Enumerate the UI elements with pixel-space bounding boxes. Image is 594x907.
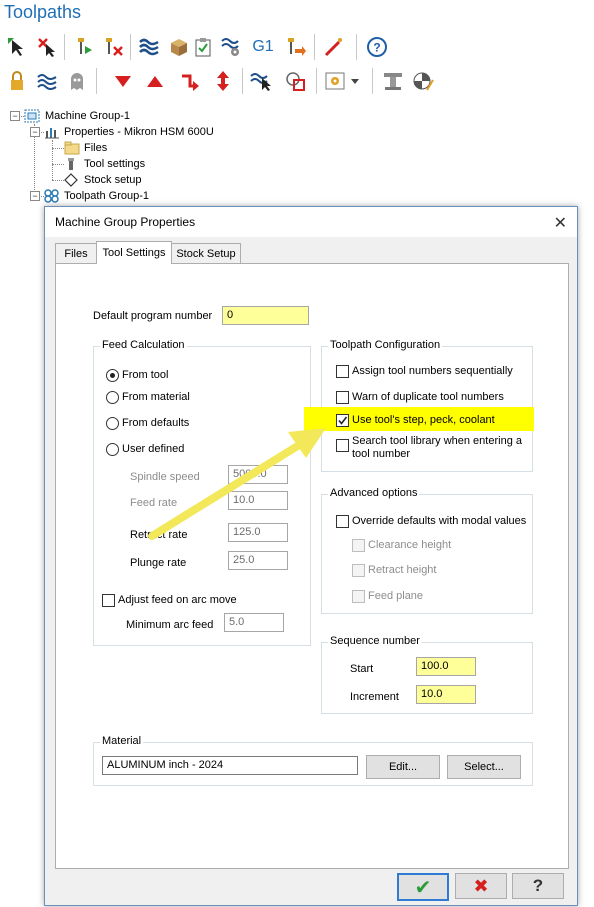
machine-group-expander[interactable]: − xyxy=(10,111,20,121)
scroll-icon[interactable] xyxy=(210,68,236,94)
tool-settings-page: Default program number 0 Feed Calculatio… xyxy=(55,263,569,869)
post-selected-icon[interactable] xyxy=(282,34,308,60)
close-icon[interactable]: ✕ xyxy=(554,213,567,233)
properties-expander[interactable]: − xyxy=(30,127,40,137)
panel-title: Toolpaths xyxy=(4,2,82,22)
g1-post-icon[interactable]: G1 xyxy=(248,34,278,60)
tab-tool-settings[interactable]: Tool Settings xyxy=(96,241,172,264)
tree-machine-group-label: Machine Group-1 xyxy=(45,110,130,122)
toggle-display-icon[interactable] xyxy=(34,68,60,94)
help-icon[interactable]: ? xyxy=(364,34,390,60)
verify-icon[interactable] xyxy=(166,34,192,60)
tab-stock-setup[interactable]: Stock Setup xyxy=(171,243,241,264)
tab-files[interactable]: Files xyxy=(55,243,97,264)
toolpath-group-icon xyxy=(44,189,59,203)
regenerate-selected-icon[interactable] xyxy=(70,34,96,60)
dialog-title-bar: Machine Group Properties ✕ xyxy=(45,207,577,237)
machine-group-icon xyxy=(24,109,40,123)
callout-arrow xyxy=(148,428,326,540)
toolpath-group-expander[interactable]: − xyxy=(30,191,40,201)
move-up-icon[interactable] xyxy=(142,68,168,94)
tree-stock-setup[interactable]: Stock setup xyxy=(64,172,141,188)
settings-icon[interactable] xyxy=(322,68,348,94)
regenerate-dirty-icon[interactable] xyxy=(100,34,126,60)
lock-icon[interactable] xyxy=(4,68,30,94)
backplot-icon[interactable] xyxy=(136,34,162,60)
dialog-title: Machine Group Properties xyxy=(55,215,196,229)
simulate-icon[interactable] xyxy=(190,34,216,60)
properties-icon xyxy=(45,128,59,139)
help-button[interactable]: ? xyxy=(512,873,564,899)
ok-button[interactable]: ✔ xyxy=(397,873,449,901)
tool-settings-icon xyxy=(68,158,74,170)
move-down-icon[interactable] xyxy=(110,68,136,94)
select-toolpath-icon[interactable] xyxy=(4,34,30,60)
tree-files-label: Files xyxy=(84,142,108,154)
tree-properties-label: Properties - Mikron HSM 600U xyxy=(64,126,214,138)
tree-tool-settings-label: Tool settings xyxy=(84,158,146,170)
only-display-icon[interactable] xyxy=(248,68,274,94)
ghost-icon[interactable] xyxy=(64,68,90,94)
tree-stock-setup-label: Stock setup xyxy=(84,174,142,186)
tree-toolpath-group[interactable]: Toolpath Group-1 xyxy=(44,188,149,204)
tool-manager-icon[interactable] xyxy=(380,68,406,94)
stock-setup-icon xyxy=(64,173,78,187)
tree-properties[interactable]: Properties - Mikron HSM 600U xyxy=(44,124,214,140)
display-selected-icon[interactable] xyxy=(282,68,308,94)
cancel-button[interactable]: ✖ xyxy=(455,873,507,899)
highfeed-icon[interactable] xyxy=(320,34,346,60)
insert-arrow-icon[interactable] xyxy=(176,68,202,94)
safety-zone-icon[interactable] xyxy=(410,68,436,94)
svg-text:?: ? xyxy=(373,41,380,55)
tree-toolpath-group-label: Toolpath Group-1 xyxy=(64,190,149,202)
dropdown-icon[interactable] xyxy=(346,68,364,94)
tree-tool-settings[interactable]: Tool settings xyxy=(64,156,145,172)
tree-machine-group[interactable]: Machine Group-1 xyxy=(24,108,130,124)
process-icon[interactable] xyxy=(218,34,244,60)
deselect-toolpath-icon[interactable] xyxy=(34,34,60,60)
machine-group-properties-dialog: Machine Group Properties ✕ Files Tool Se… xyxy=(44,206,578,906)
tree-files[interactable]: Files xyxy=(64,140,107,156)
files-icon xyxy=(64,141,80,155)
